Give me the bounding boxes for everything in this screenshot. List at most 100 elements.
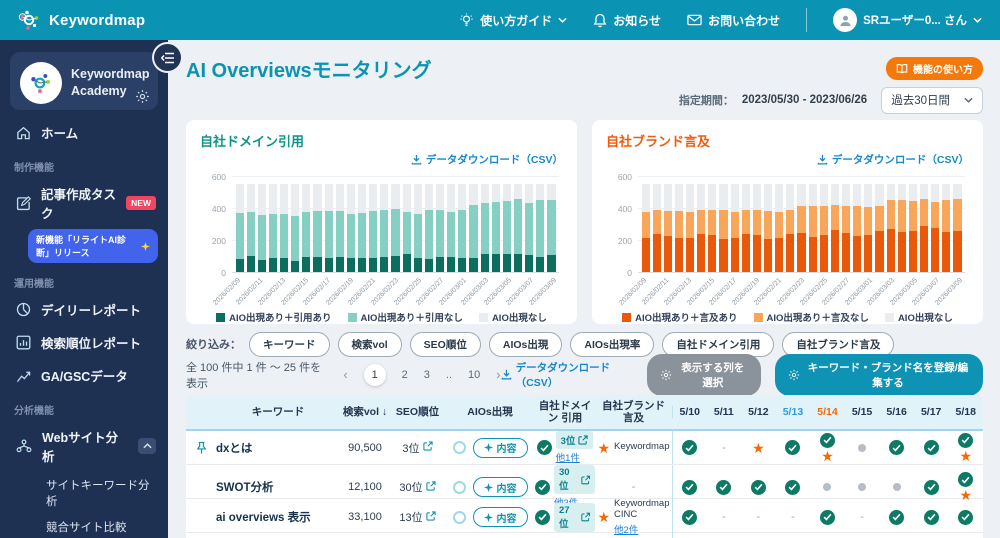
aio-check-icon bbox=[923, 479, 939, 495]
sidebar-item[interactable]: 記事作成タスク NEW bbox=[0, 177, 168, 229]
sparkle-icon bbox=[483, 512, 493, 522]
bar-segment bbox=[502, 254, 512, 272]
sidebar-collapse-button[interactable] bbox=[154, 44, 181, 71]
bar bbox=[819, 176, 828, 272]
table-download-csv-link[interactable]: データダウンロード（CSV） bbox=[501, 360, 633, 390]
external-link-icon[interactable] bbox=[426, 480, 436, 494]
page-number[interactable]: 1 bbox=[363, 363, 386, 386]
bar-segment bbox=[897, 232, 906, 272]
sidebar-item[interactable]: 検索順位レポート bbox=[0, 326, 168, 359]
register-keywords-button[interactable]: キーワード・ブランド名を登録/編集する bbox=[774, 353, 983, 396]
filter-chip[interactable]: SEO順位 bbox=[409, 331, 481, 357]
page-number[interactable]: .. bbox=[446, 369, 452, 381]
sidebar-item[interactable]: GA/GSCデータ bbox=[0, 359, 168, 392]
sidebar-item[interactable]: デイリーレポート bbox=[0, 293, 168, 326]
page-number[interactable]: 10 bbox=[468, 369, 480, 381]
date-column-header[interactable]: 5/12 bbox=[741, 406, 776, 418]
column-header[interactable]: 検索vol ↓ bbox=[340, 406, 390, 418]
bar-segment bbox=[480, 203, 489, 254]
nav-guide[interactable]: 使い方ガイド bbox=[459, 12, 567, 29]
column-header[interactable]: 自社ドメイン 引用 bbox=[535, 400, 595, 424]
bar-segment bbox=[931, 184, 940, 202]
account-settings-gear-icon[interactable] bbox=[135, 89, 150, 104]
app-logo[interactable]: Keywordmap bbox=[18, 8, 145, 32]
bar-segment bbox=[291, 184, 300, 217]
chart-download-csv-link[interactable]: データダウンロード（CSV） bbox=[411, 152, 563, 167]
no-aio-dot-icon bbox=[823, 483, 832, 491]
date-column-header[interactable]: 5/17 bbox=[914, 406, 949, 418]
pin-cell[interactable] bbox=[186, 533, 216, 538]
day-status-cell: - bbox=[721, 441, 726, 454]
sidebar-subitem[interactable]: 競合サイト比較 bbox=[0, 514, 168, 538]
select-columns-button[interactable]: 表示する列を選択 bbox=[646, 353, 761, 396]
bar-segment bbox=[875, 231, 884, 272]
sidebar-subitem[interactable]: サイトキーワード分析 bbox=[0, 472, 168, 514]
bar bbox=[335, 176, 344, 272]
bar bbox=[280, 176, 289, 272]
sidebar-item[interactable]: Webサイト分析 bbox=[0, 420, 168, 472]
aio-content-button[interactable]: 内容 bbox=[472, 507, 528, 528]
aio-check-icon bbox=[750, 479, 766, 495]
domain-more-link[interactable]: 他1件 bbox=[556, 450, 580, 464]
date-column-header[interactable]: 5/15 bbox=[845, 406, 880, 418]
page-number[interactable]: 3 bbox=[424, 369, 430, 381]
aio-check-icon bbox=[958, 472, 974, 487]
nav-news[interactable]: お知らせ bbox=[593, 12, 661, 29]
bar-segment bbox=[302, 184, 311, 213]
page-number[interactable]: 2 bbox=[402, 369, 408, 381]
search-volume-cell bbox=[340, 533, 390, 538]
sidebar-item[interactable]: ホーム bbox=[0, 116, 168, 149]
date-column-header[interactable]: 5/14 bbox=[810, 406, 845, 418]
period-select[interactable]: 過去30日間 bbox=[881, 86, 983, 114]
help-badge[interactable]: 機能の使い方 bbox=[886, 56, 983, 80]
date-column-header[interactable]: 5/16 bbox=[879, 406, 914, 418]
bar-segment bbox=[246, 184, 255, 212]
bar bbox=[491, 176, 500, 272]
date-column-header[interactable]: 5/18 bbox=[948, 406, 983, 418]
bar bbox=[346, 176, 356, 272]
pin-cell[interactable] bbox=[186, 499, 216, 536]
user-menu[interactable]: SRユーザー0... さん bbox=[833, 8, 982, 32]
bar-segment bbox=[502, 184, 512, 201]
bar-segment bbox=[686, 212, 695, 239]
filter-label: 絞り込み： bbox=[186, 339, 241, 351]
pin-cell[interactable] bbox=[186, 431, 216, 464]
column-header[interactable]: キーワード bbox=[216, 406, 340, 418]
bar-segment bbox=[730, 184, 739, 213]
bar-segment bbox=[875, 205, 884, 232]
period-value: 2023/05/30 - 2023/06/26 bbox=[741, 94, 868, 106]
day-status-cell bbox=[914, 533, 949, 538]
prev-page-arrow[interactable]: ‹ bbox=[343, 367, 347, 382]
date-column-header[interactable]: 5/13 bbox=[776, 406, 811, 418]
filter-chip[interactable]: 検索vol bbox=[337, 331, 402, 357]
y-tick-label: 200 bbox=[211, 236, 226, 246]
day-status-cell bbox=[741, 533, 776, 538]
bar-segment bbox=[886, 200, 895, 229]
chart-download-csv-link[interactable]: データダウンロード（CSV） bbox=[817, 152, 969, 167]
bar-segment bbox=[268, 184, 278, 215]
brand-star-icon: ★ bbox=[752, 439, 765, 456]
domain-rank-badge[interactable]: 3位 bbox=[555, 431, 594, 449]
external-link-icon[interactable] bbox=[422, 441, 433, 454]
column-header[interactable]: AIOs出現 bbox=[445, 406, 535, 418]
external-link-icon[interactable] bbox=[426, 511, 436, 524]
seo-rank-cell: 3位 bbox=[390, 431, 445, 464]
column-header[interactable]: SEO順位 bbox=[390, 406, 445, 418]
column-header[interactable]: 自社ブランド言及 bbox=[595, 400, 672, 424]
aio-content-button[interactable]: 内容 bbox=[472, 477, 528, 497]
bar-segment bbox=[313, 211, 322, 257]
bar-segment bbox=[719, 239, 728, 272]
domain-rank-badge[interactable]: 27位 bbox=[554, 502, 595, 532]
filter-chip[interactable]: キーワード bbox=[249, 331, 330, 357]
sidebar-expand-toggle[interactable] bbox=[138, 438, 156, 454]
bar-segment bbox=[719, 184, 728, 211]
bar-segment bbox=[413, 184, 422, 215]
nav-contact[interactable]: お問い合わせ bbox=[687, 12, 780, 29]
aio-content-button[interactable]: 内容 bbox=[472, 437, 528, 458]
date-column-header[interactable]: 5/10 bbox=[672, 405, 707, 419]
domain-rank-badge[interactable]: 30位 bbox=[554, 465, 595, 494]
sidebar-release-banner[interactable]: 新機能「リライトAI診断」リリース bbox=[28, 229, 158, 263]
bar bbox=[469, 176, 478, 272]
sidebar-account-card[interactable]: Keywordmap Academy bbox=[10, 52, 158, 110]
date-column-header[interactable]: 5/11 bbox=[707, 406, 742, 418]
